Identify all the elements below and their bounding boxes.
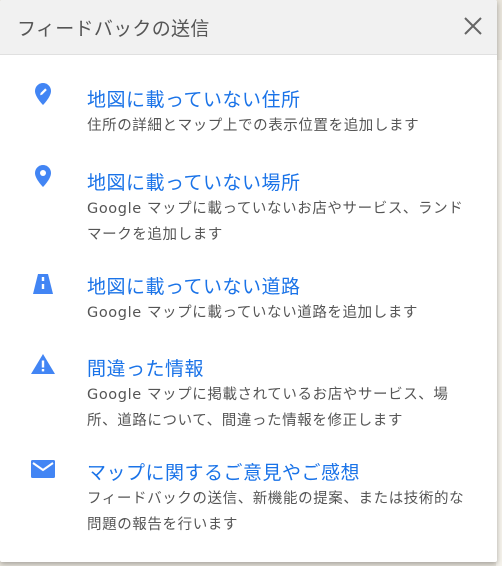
option-title: 地図に載っていない道路 [87, 276, 301, 298]
place-pin-icon [30, 163, 56, 189]
option-wrong-info[interactable]: 間違った情報 Google マップに掲載されているお店やサービス、場所、道路につ… [0, 337, 497, 442]
option-title: マップに関するご意見やご感想 [87, 462, 361, 484]
option-title: 間違った情報 [87, 358, 205, 380]
road-icon [30, 271, 56, 297]
warning-icon [30, 351, 56, 377]
option-description: Google マップに載っていないお店やサービス、ランドマークを追加します [87, 201, 464, 243]
dialog-header: フィードバックの送信 [0, 0, 497, 55]
option-general-feedback[interactable]: マップに関するご意見やご感想 フィードバックの送信、新機能の提案、または技術的な… [0, 442, 497, 557]
option-missing-place[interactable]: 地図に載っていない場所 Google マップに載っていないお店やサービス、ランド… [0, 150, 497, 255]
feedback-dialog: フィードバックの送信 地図に載っていない住所 住所の詳細とマップ上での表示位置を… [0, 0, 497, 562]
option-title: 地図に載っていない場所 [87, 172, 301, 194]
close-icon [464, 17, 482, 35]
pin-edit-icon [30, 81, 56, 107]
option-description: フィードバックの送信、新機能の提案、または技術的な問題の報告を行います [87, 491, 465, 533]
mail-icon [30, 456, 56, 482]
option-title: 地図に載っていない住所 [87, 89, 301, 111]
dialog-title: フィードバックの送信 [17, 18, 210, 40]
option-description: Google マップに載っていない道路を追加します [87, 305, 419, 321]
option-missing-address[interactable]: 地図に載っていない住所 住所の詳細とマップ上での表示位置を追加します [0, 55, 497, 150]
option-missing-road[interactable]: 地図に載っていない道路 Google マップに載っていない道路を追加します [0, 255, 497, 337]
option-description: Google マップに掲載されているお店やサービス、場所、道路について、間違った… [87, 387, 449, 429]
close-button[interactable] [459, 12, 487, 40]
option-description: 住所の詳細とマップ上での表示位置を追加します [87, 118, 420, 134]
